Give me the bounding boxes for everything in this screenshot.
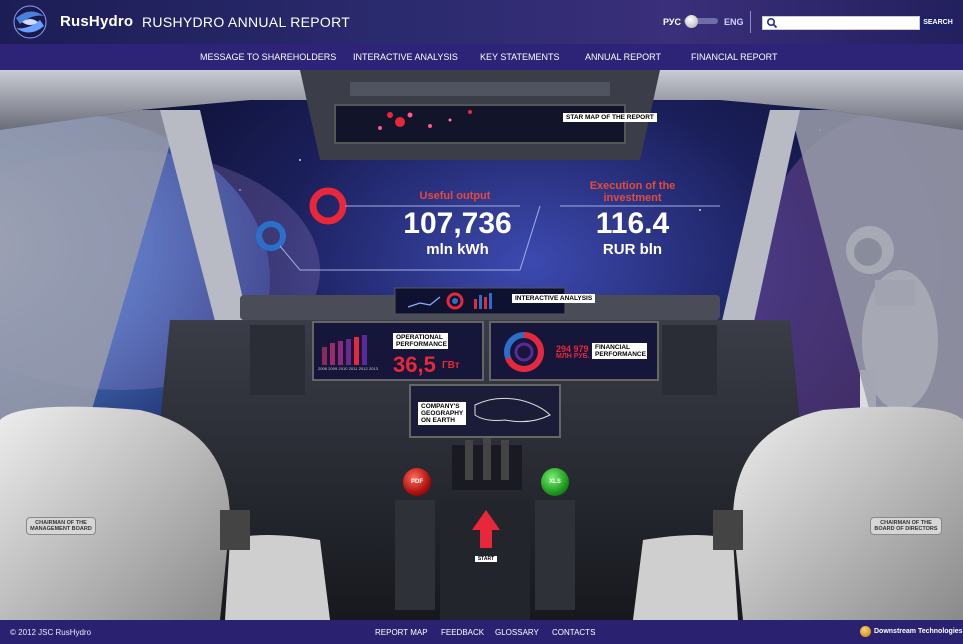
search-button[interactable]: SEARCH <box>921 16 955 30</box>
investment-unit: RUR bln <box>602 241 663 258</box>
hud-ring-red <box>309 187 347 225</box>
useful-output-unit: mln kWh <box>426 241 489 258</box>
nav-item-annual-report[interactable]: ANNUAL REPORT <box>585 52 661 62</box>
nav-item-interactive-analysis[interactable]: INTERACTIVE ANALYSIS <box>353 52 458 62</box>
chairman-management-board-link[interactable]: CHAIRMAN OF THE MANAGEMENT BOARD <box>26 517 96 535</box>
year-label: 2012 <box>358 366 368 371</box>
lang-en-option[interactable]: ENG <box>724 17 744 27</box>
search-input[interactable] <box>762 16 920 30</box>
nav-item-message-to-shareholders[interactable]: MESSAGE TO SHAREHOLDERS <box>200 52 336 62</box>
nav-item-key-statements[interactable]: KEY STATEMENTS <box>480 52 560 62</box>
year-label: 2008 <box>318 366 327 371</box>
interactive-analysis-link[interactable]: INTERACTIVE ANALYSIS <box>512 294 596 303</box>
footer-link-feedback[interactable]: FEEDBACK <box>441 628 484 637</box>
year-label: 2013 <box>369 366 378 371</box>
footer: © 2012 JSC RusHydro REPORT MAP FEEDBACK … <box>0 620 963 644</box>
financial-unit: МЛН РУБ. <box>556 353 590 360</box>
search-icon <box>766 17 778 29</box>
operational-performance-link[interactable]: OPERATIONAL PERFORMANCE <box>393 333 448 349</box>
rushydro-logo-icon[interactable] <box>10 4 50 40</box>
lang-ru-option[interactable]: РУС <box>663 17 681 27</box>
developer-name[interactable]: Downstream Technologies <box>874 628 963 635</box>
operational-value: 36,5 <box>393 352 436 377</box>
operational-unit: ГВт <box>442 360 460 371</box>
footer-link-report-map[interactable]: REPORT MAP <box>375 628 428 637</box>
nav-item-financial-report[interactable]: FINANCIAL REPORT <box>691 52 778 62</box>
top-bar: RusHydro RUSHYDRO ANNUAL REPORT РУС ENG … <box>0 0 963 44</box>
cockpit-illustration <box>0 70 963 620</box>
operational-years: 2008 2009 2010 2011 2012 2013 <box>318 366 378 371</box>
pdf-download-button[interactable]: PDF <box>403 468 431 496</box>
chairman-board-of-directors-link[interactable]: CHAIRMAN OF THE BOARD OF DIRECTORS <box>870 517 942 535</box>
financial-performance-link[interactable]: FINANCIAL PERFORMANCE <box>592 343 647 359</box>
language-toggle-knob[interactable] <box>685 15 698 28</box>
star-map-link[interactable]: STAR MAP OF THE REPORT <box>563 113 657 122</box>
header-divider <box>750 11 751 33</box>
investment-value: 116.4 <box>595 207 670 240</box>
year-label: 2010 <box>338 366 348 371</box>
brand-name[interactable]: RusHydro <box>60 13 133 30</box>
useful-output-value: 107,736 <box>403 207 512 240</box>
year-label: 2009 <box>328 366 338 371</box>
useful-output-label: Useful output <box>419 190 491 202</box>
report-title: RUSHYDRO ANNUAL REPORT <box>142 14 351 30</box>
investment-label: Execution of the investment <box>589 180 676 204</box>
operational-bar-chart[interactable] <box>318 333 378 368</box>
footer-link-glossary[interactable]: GLOSSARY <box>495 628 539 637</box>
financial-donut-chart[interactable] <box>500 328 550 376</box>
footer-link-contacts[interactable]: CONTACTS <box>552 628 595 637</box>
interactive-analysis-screen[interactable] <box>400 289 510 313</box>
main-nav: MESSAGE TO SHAREHOLDERS INTERACTIVE ANAL… <box>0 44 963 70</box>
developer-logo-icon[interactable] <box>860 626 871 637</box>
copyright: © 2012 JSC RusHydro <box>10 628 92 637</box>
cockpit-scene: STAR MAP OF THE REPORT Useful output 107… <box>0 70 963 620</box>
start-button[interactable]: START <box>475 556 497 562</box>
year-label: 2011 <box>348 366 358 371</box>
xls-download-button[interactable]: XLS <box>541 468 569 496</box>
geography-link[interactable]: COMPANY'S GEOGRAPHY ON EARTH <box>418 402 466 425</box>
